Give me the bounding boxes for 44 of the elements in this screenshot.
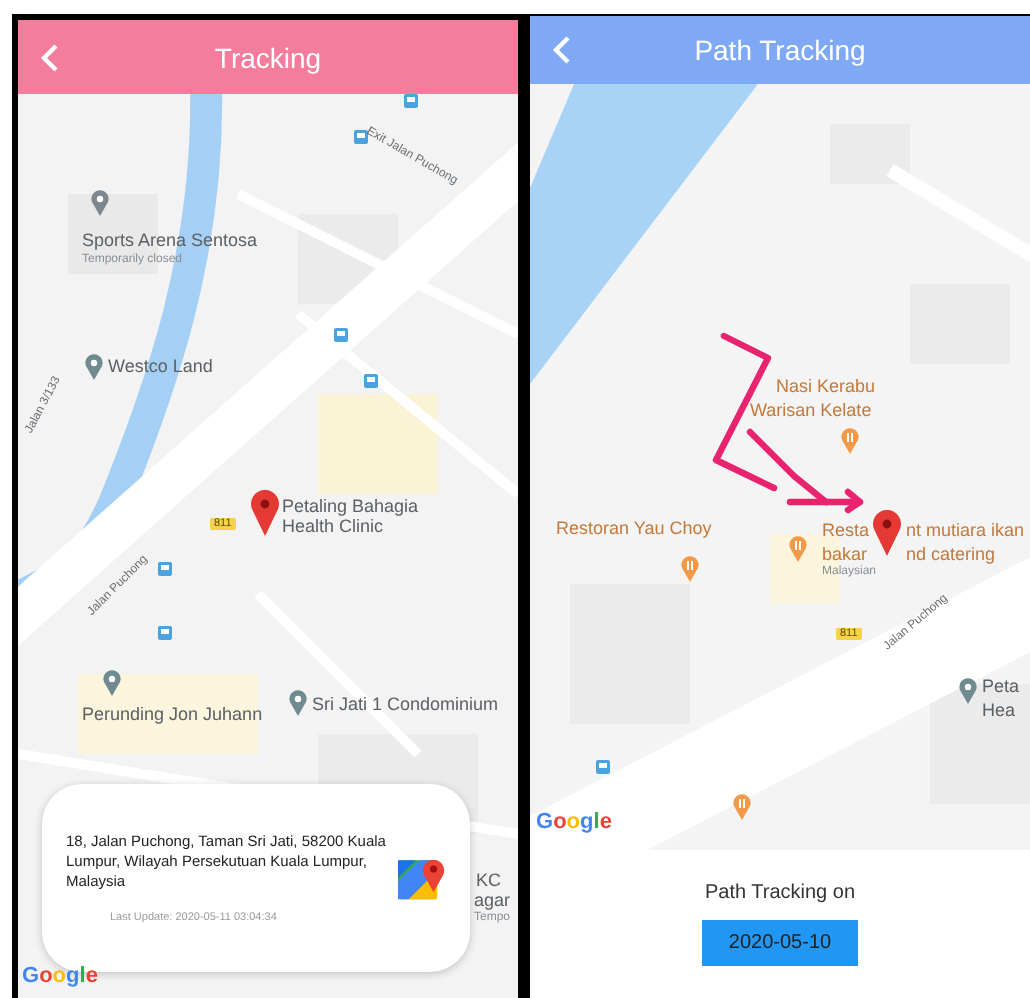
location-pin-icon [250,490,280,536]
date-button[interactable]: 2020-05-10 [702,919,858,965]
restaurant-pin-icon [788,536,808,562]
place-pin-icon [958,678,978,704]
restaurant-label: Resta [822,520,870,541]
restaurant-label: nt mutiara ikan [906,520,1025,541]
bus-stop-icon [158,562,172,576]
bus-stop-icon [158,626,172,640]
place-label: agar [474,890,511,911]
restaurant-label: nd catering [906,544,996,565]
place-label: Perunding Jon Juhann [82,704,263,725]
bus-stop-icon [354,130,368,144]
place-label: Sports Arena Sentosa [82,230,258,251]
bus-stop-icon [334,328,348,342]
bus-stop-icon [404,94,418,108]
restaurant-label: Warisan Kelate [750,400,872,421]
google-logo: Google [22,964,98,988]
back-button[interactable] [548,32,576,68]
restaurant-label: bakar [822,544,868,565]
back-button[interactable] [36,39,64,75]
bus-stop-icon [596,760,610,774]
restaurant-label: Restoran Yau Choy [556,518,712,539]
place-pin-icon [90,190,110,216]
place-pin-icon [102,670,122,696]
restaurant-pin-icon [840,428,860,454]
place-label: Hea [982,700,1016,721]
back-icon [40,43,60,71]
place-pin-icon [84,354,104,380]
screen-title: Tracking [214,41,322,73]
place-label: KC [476,870,502,891]
back-icon [552,36,572,64]
restaurant-pin-icon [732,794,752,820]
place-label: Sri Jati 1 Condominium [312,694,499,715]
location-pin-icon [872,510,902,556]
bus-stop-icon [364,374,378,388]
path-tracking-label: Path Tracking on [704,881,856,903]
place-pin-icon [288,690,308,716]
screen-title: Path Tracking [694,34,866,66]
google-logo: Google [536,810,612,834]
place-label: Peta [982,676,1020,697]
place-label: Westco Land [108,356,213,377]
place-label: Petaling Bahagia Health Clinic [282,496,421,538]
restaurant-label: Nasi Kerabu [776,376,876,397]
restaurant-pin-icon [680,556,700,582]
